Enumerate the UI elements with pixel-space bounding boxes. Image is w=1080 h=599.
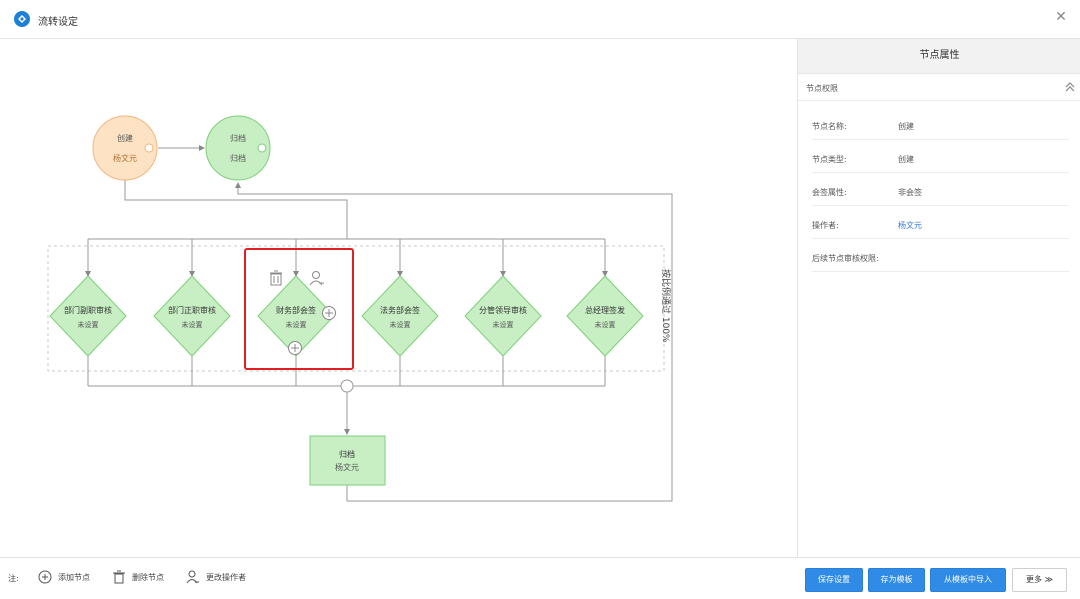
node-legal-countersign-title: 法务部会签 [380, 305, 420, 315]
node-gm-issue[interactable]: 总经理签发 未设置 [566, 275, 644, 357]
add-circle-icon [38, 570, 52, 584]
panel-header: 节点属性 [798, 39, 1080, 74]
user-edit-icon [186, 570, 199, 584]
legend-change-operator[interactable]: 更改操作者 [186, 569, 246, 585]
node-archive-bottom-subtitle: 杨文元 [335, 462, 359, 472]
permissions-section-header[interactable]: 节点权限 [798, 74, 1080, 101]
node-gm-issue-title: 总经理签发 [585, 305, 625, 315]
node-archive-top-title: 归档 [230, 133, 246, 143]
prop-label: 会签属性: [812, 188, 847, 197]
node-archive-top-port[interactable] [257, 143, 267, 153]
node-legal-countersign-subtitle: 未设置 [390, 320, 411, 329]
flow-canvas: 创建 杨文元 归档 归档 部门副职审核 未设置 部门正职审核 未设置 财务部会签… [0, 39, 797, 557]
legend-note: 注: [8, 574, 19, 583]
prop-row-next-permission: 后续节点审核权限: [812, 247, 1072, 272]
node-finance-countersign-title: 财务部会签 [276, 305, 316, 315]
dialog-titlebar: 流转设定 ✕ [0, 0, 1080, 39]
legend-label: 更改操作者 [206, 572, 246, 582]
section-title: 节点权限 [806, 84, 838, 93]
node-properties-panel: 节点属性 节点权限 节点名称: 创建 节点类型: 创建 会签属性: 非会签 操作… [797, 39, 1080, 557]
prop-value: 非会签 [898, 188, 922, 197]
flow-diagram: 创建 杨文元 归档 归档 部门副职审核 未设置 部门正职审核 未设置 财务部会签… [47, 115, 673, 502]
dialog-title: 流转设定 [38, 17, 78, 28]
dialog-footer: 注: 添加节点 删除节点 更改操作者 保存设置 存为模板 从模板中导入 更多 ≫ [0, 557, 1080, 599]
close-icon[interactable]: ✕ [1054, 10, 1068, 24]
prop-label: 节点类型: [812, 155, 847, 164]
legend-label: 添加节点 [58, 572, 90, 582]
next-permission-input[interactable] [898, 247, 1072, 271]
node-create[interactable]: 创建 杨文元 [92, 115, 158, 181]
save-settings-button[interactable]: 保存设置 [805, 568, 863, 592]
add-branch-right-icon[interactable] [322, 306, 336, 320]
prop-label: 后续节点审核权限: [812, 254, 879, 263]
prop-row-node-type: 节点类型: 创建 [812, 148, 1069, 173]
legend-add-node[interactable]: 添加节点 [38, 569, 90, 585]
user-edit-icon[interactable] [309, 271, 324, 286]
join-gateway [340, 379, 354, 393]
import-from-template-button[interactable]: 从模板中导入 [930, 568, 1006, 592]
prop-row-operator: 操作者: 杨文元 [812, 214, 1069, 239]
add-branch-bottom-icon[interactable] [288, 341, 302, 355]
operator-link[interactable]: 杨文元 [898, 220, 922, 231]
prop-row-countersign: 会签属性: 非会签 [812, 181, 1069, 206]
node-archive-bottom[interactable]: 归档 杨文元 [309, 435, 386, 486]
prop-value: 创建 [898, 122, 914, 131]
prop-label: 操作者: [812, 221, 839, 230]
more-button[interactable]: 更多 ≫ [1012, 568, 1067, 592]
parallel-group-box [47, 245, 665, 372]
node-create-title: 创建 [117, 133, 133, 143]
node-finance-countersign-subtitle: 未设置 [286, 320, 307, 329]
node-archive-top[interactable]: 归档 归档 [205, 115, 271, 181]
node-gm-issue-subtitle: 未设置 [595, 320, 616, 329]
node-dept-head[interactable]: 部门正职审核 未设置 [153, 275, 231, 357]
trash-icon[interactable] [270, 270, 282, 286]
node-archive-top-subtitle: 归档 [230, 153, 246, 163]
node-dept-deputy-title: 部门副职审核 [64, 305, 112, 315]
node-create-subtitle: 杨文元 [113, 153, 137, 163]
node-create-port[interactable] [144, 143, 154, 153]
node-vp-review-subtitle: 未设置 [493, 320, 514, 329]
prop-value: 创建 [898, 155, 914, 164]
node-dept-deputy[interactable]: 部门副职审核 未设置 [49, 275, 127, 357]
node-archive-bottom-title: 归档 [339, 449, 355, 459]
node-legal-countersign[interactable]: 法务部会签 未设置 [361, 275, 439, 357]
save-as-template-button[interactable]: 存为模板 [868, 568, 925, 592]
prop-label: 节点名称: [812, 122, 847, 131]
legend-label: 删除节点 [132, 572, 164, 582]
node-vp-review-title: 分管领导审核 [479, 305, 527, 315]
node-dept-head-subtitle: 未设置 [182, 320, 203, 329]
collapse-chevron-icon[interactable] [1064, 81, 1076, 93]
prop-row-node-name: 节点名称: 创建 [812, 115, 1069, 140]
trash-icon [113, 570, 125, 584]
legend-delete-node[interactable]: 删除节点 [112, 569, 164, 585]
node-vp-review[interactable]: 分管领导审核 未设置 [464, 275, 542, 357]
node-dept-head-title: 部门正职审核 [168, 305, 216, 315]
app-logo-icon [14, 11, 30, 27]
parallel-group-label: 按比例通过 100% [660, 269, 672, 343]
node-dept-deputy-subtitle: 未设置 [78, 320, 99, 329]
